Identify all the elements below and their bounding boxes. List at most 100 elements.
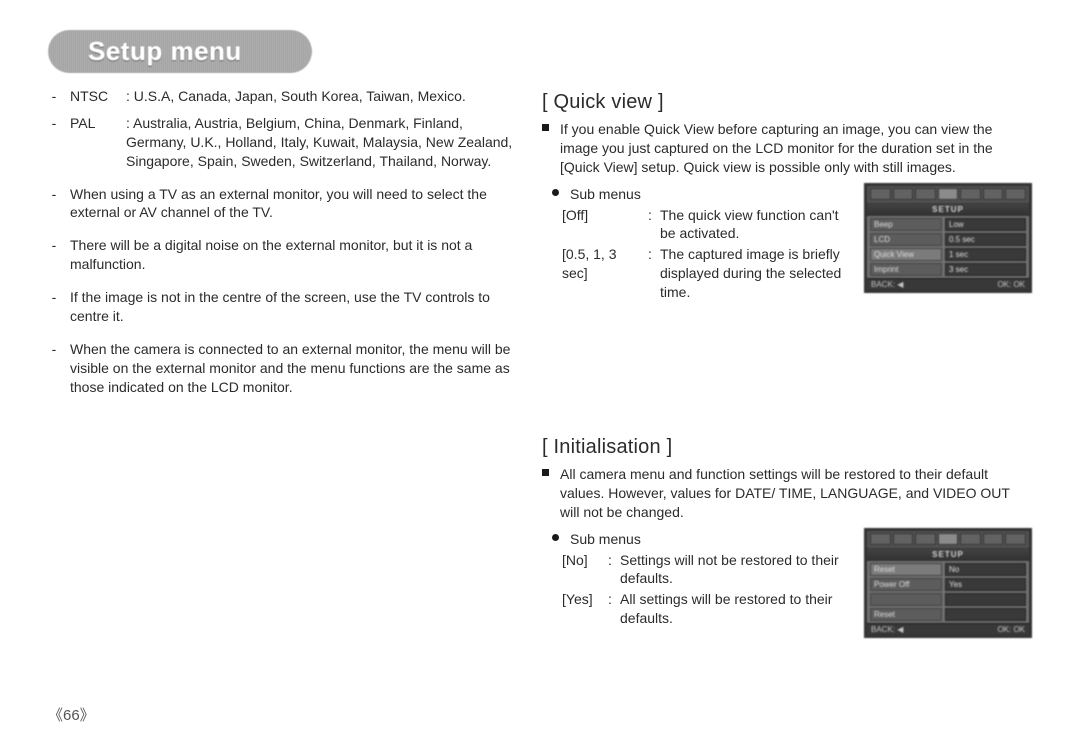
- video-std-ntsc-row: - NTSC : U.S.A, Canada, Japan, South Kor…: [48, 87, 522, 106]
- wrench-icon: [938, 533, 959, 545]
- square-bullet-icon: [542, 120, 552, 177]
- lcd-row: BeepLow: [870, 218, 1026, 231]
- left-column: - NTSC : U.S.A, Canada, Japan, South Kor…: [48, 87, 522, 638]
- lcd-ok-hint: OK: OK: [997, 279, 1025, 290]
- dash-icon: -: [48, 114, 60, 171]
- note-text: There will be a digital noise on the ext…: [70, 236, 522, 274]
- video-std-code: NTSC: [70, 87, 116, 106]
- note-row: - There will be a digital noise on the e…: [48, 236, 522, 274]
- lcd-rows: BeepLow LCD0.5 sec Quick View1 sec Impri…: [867, 216, 1029, 276]
- lcd-row: Reset: [870, 608, 1026, 621]
- note-text: When the camera is connected to an exter…: [70, 340, 522, 397]
- lcd-row-selected: Quick View1 sec: [870, 248, 1026, 261]
- lcd-row-key: Imprint: [870, 263, 942, 276]
- dash-icon: -: [48, 288, 60, 326]
- lcd-row: LCD0.5 sec: [870, 233, 1026, 246]
- init-section: [ Initialisation ] All camera menu and f…: [542, 434, 1032, 638]
- submenu-term: [0.5, 1, 3 sec]: [562, 245, 644, 302]
- lcd-back-hint: BACK: ◀: [871, 279, 903, 290]
- lcd-screenshot: SETUP ResetNo Power OffYes Reset BACK: ◀…: [864, 528, 1032, 638]
- pal-countries-text: Australia, Austria, Belgium, China, Denm…: [126, 115, 512, 169]
- page-title: Setup menu: [48, 30, 312, 73]
- lcd-row-key: Quick View: [870, 248, 942, 261]
- right-column: [ Quick view ] If you enable Quick View …: [542, 87, 1032, 638]
- lcd-row: Imprint3 sec: [870, 263, 1026, 276]
- submenu-desc: The quick view function can't be activat…: [660, 206, 854, 244]
- lcd-row-key: Reset: [870, 608, 942, 621]
- lcd-row: [870, 593, 1026, 606]
- submenu-label: Sub menus: [570, 530, 854, 549]
- lcd-row-val: 1 sec: [945, 248, 1026, 261]
- submenu-desc: Settings will not be restored to their d…: [620, 551, 854, 589]
- manual-page: Setup menu - NTSC : U.S.A, Canada, Japan…: [0, 0, 1080, 747]
- submenu-def-row: [0.5, 1, 3 sec] : The captured image is …: [562, 245, 854, 302]
- lcd-row-key: Beep: [870, 218, 942, 231]
- quickview-submenu-text: Sub menus [Off] : The quick view functio…: [542, 183, 854, 304]
- colon: :: [648, 245, 656, 302]
- video-std-countries: : U.S.A, Canada, Japan, South Korea, Tai…: [126, 87, 522, 106]
- dash-icon: -: [48, 236, 60, 274]
- page-number: 《66》: [48, 704, 95, 725]
- wrench-icon: [938, 188, 959, 200]
- lcd-row-val: Low: [945, 218, 1026, 231]
- submenu-desc: The captured image is briefly displayed …: [660, 245, 854, 302]
- init-intro-text: All camera menu and function settings wi…: [560, 465, 1032, 522]
- lcd-screenshot: SETUP BeepLow LCD0.5 sec Quick View1 sec…: [864, 183, 1032, 293]
- submenu-label-row: Sub menus: [552, 530, 854, 549]
- submenu-def-row: [No] : Settings will not be restored to …: [562, 551, 854, 589]
- note-row: - When using a TV as an external monitor…: [48, 185, 522, 223]
- init-heading: [ Initialisation ]: [542, 434, 1032, 461]
- lcd-ok-hint: OK: OK: [997, 624, 1025, 635]
- dash-icon: -: [48, 185, 60, 223]
- init-lcd-thumbnail: SETUP ResetNo Power OffYes Reset BACK: ◀…: [864, 528, 1032, 638]
- lcd-ribbon: SETUP: [867, 549, 1029, 561]
- colon: :: [608, 590, 616, 628]
- colon: :: [608, 551, 616, 589]
- video-std-code: PAL: [70, 114, 116, 171]
- lcd-row-val: [945, 608, 1026, 621]
- lcd-rows: ResetNo Power OffYes Reset: [867, 561, 1029, 621]
- video-std-pal-row: - PAL : Australia, Austria, Belgium, Chi…: [48, 114, 522, 171]
- submenu-desc: All settings will be restored to their d…: [620, 590, 854, 628]
- quickview-intro-row: If you enable Quick View before capturin…: [542, 120, 1032, 177]
- note-row: - If the image is not in the centre of t…: [48, 288, 522, 326]
- lcd-footer: BACK: ◀ OK: OK: [867, 623, 1029, 635]
- submenu-label-row: Sub menus: [552, 185, 854, 204]
- submenu-label: Sub menus: [570, 185, 854, 204]
- round-bullet-icon: [552, 185, 562, 204]
- init-submenu-text: Sub menus [No] : Settings will not be re…: [542, 528, 854, 638]
- note-text: When using a TV as an external monitor, …: [70, 185, 522, 223]
- quickview-lcd-thumbnail: SETUP BeepLow LCD0.5 sec Quick View1 sec…: [864, 183, 1032, 293]
- lcd-row-key: [870, 593, 942, 606]
- lcd-tabs: [867, 531, 1029, 549]
- video-std-countries: : Australia, Austria, Belgium, China, De…: [126, 114, 522, 171]
- submenu-term: [Off]: [562, 206, 644, 244]
- quickview-heading: [ Quick view ]: [542, 89, 1032, 116]
- lcd-row-val: 3 sec: [945, 263, 1026, 276]
- lcd-ribbon: SETUP: [867, 204, 1029, 216]
- submenu-def-row: [Yes] : All settings will be restored to…: [562, 590, 854, 628]
- dash-icon: -: [48, 87, 60, 106]
- lcd-row-key: Power Off: [870, 578, 942, 591]
- lcd-row-key: LCD: [870, 233, 942, 246]
- square-bullet-icon: [542, 465, 552, 522]
- quickview-intro-text: If you enable Quick View before capturin…: [560, 120, 1032, 177]
- lcd-row-val: Yes: [945, 578, 1026, 591]
- init-submenu-block: Sub menus [No] : Settings will not be re…: [542, 528, 1032, 638]
- submenu-term: [No]: [562, 551, 604, 589]
- lcd-row: Power OffYes: [870, 578, 1026, 591]
- dash-icon: -: [48, 340, 60, 397]
- submenu-def-row: [Off] : The quick view function can't be…: [562, 206, 854, 244]
- lcd-tabs: [867, 186, 1029, 204]
- lcd-row-key: Reset: [870, 563, 942, 576]
- lcd-row-val: [945, 593, 1026, 606]
- note-text: If the image is not in the centre of the…: [70, 288, 522, 326]
- quickview-submenu-block: Sub menus [Off] : The quick view functio…: [542, 183, 1032, 304]
- lcd-row-selected: ResetNo: [870, 563, 1026, 576]
- lcd-footer: BACK: ◀ OK: OK: [867, 278, 1029, 290]
- submenu-term: [Yes]: [562, 590, 604, 628]
- lcd-row-val: 0.5 sec: [945, 233, 1026, 246]
- colon: :: [648, 206, 656, 244]
- lcd-row-val: No: [945, 563, 1026, 576]
- note-row: - When the camera is connected to an ext…: [48, 340, 522, 397]
